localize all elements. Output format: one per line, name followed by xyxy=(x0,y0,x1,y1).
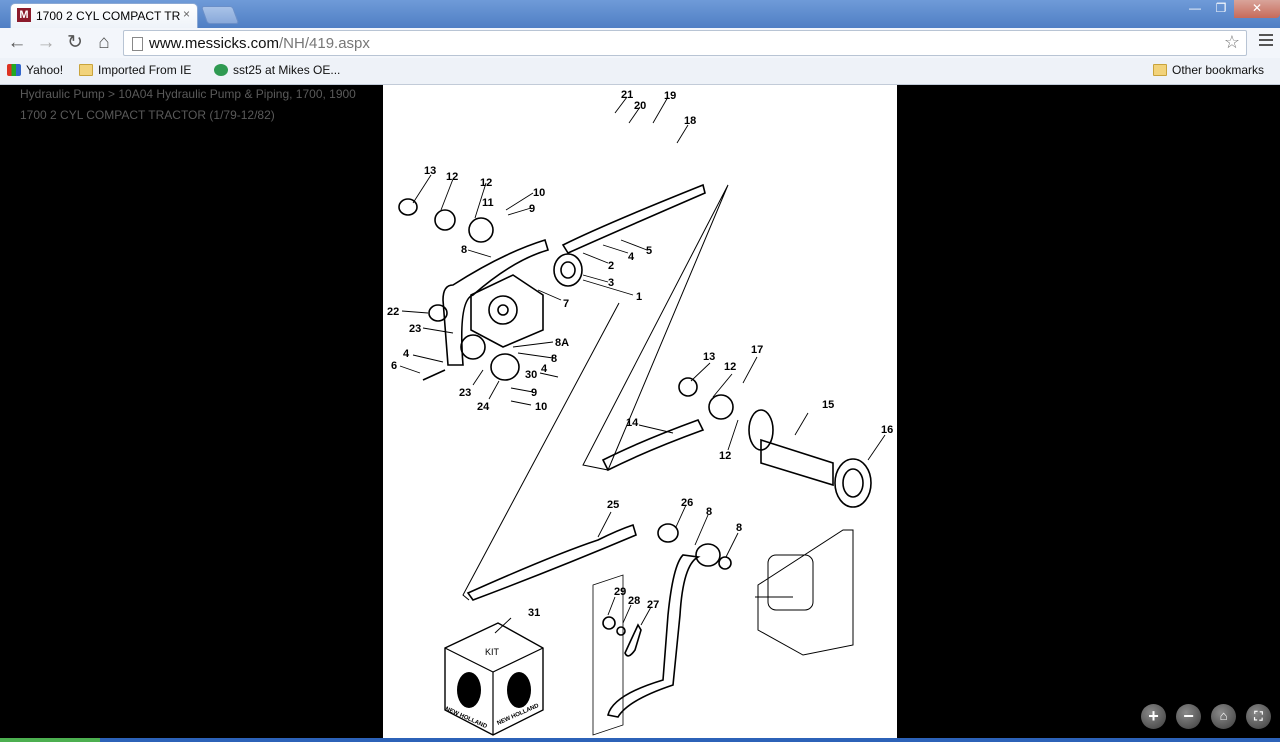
folder-icon xyxy=(1153,64,1167,76)
svg-text:23: 23 xyxy=(409,323,421,335)
svg-text:2: 2 xyxy=(608,260,614,272)
svg-text:13: 13 xyxy=(703,351,715,363)
svg-text:1: 1 xyxy=(636,291,642,303)
svg-text:28: 28 xyxy=(628,595,640,607)
restore-button[interactable]: ❐ xyxy=(1208,0,1234,18)
svg-text:21: 21 xyxy=(621,89,633,101)
svg-text:20: 20 xyxy=(634,100,646,112)
bookmark-label: Other bookmarks xyxy=(1172,63,1265,77)
svg-text:8A: 8A xyxy=(555,337,569,349)
svg-text:9: 9 xyxy=(531,387,537,399)
svg-text:29: 29 xyxy=(614,586,626,598)
bookmark-imported-from-ie[interactable]: Imported From IE xyxy=(79,63,191,77)
svg-text:12: 12 xyxy=(724,361,736,373)
reload-icon[interactable]: ↻ xyxy=(63,32,87,54)
svg-text:12: 12 xyxy=(446,171,458,183)
globe-icon xyxy=(214,64,228,76)
svg-text:8: 8 xyxy=(461,244,467,256)
tab-title: 1700 2 CYL COMPACT TR xyxy=(36,9,181,23)
svg-text:19: 19 xyxy=(664,90,676,102)
tab-close-icon[interactable]: × xyxy=(183,7,190,21)
url-path: /NH/419.aspx xyxy=(279,35,370,52)
svg-text:12: 12 xyxy=(719,450,731,462)
svg-text:8: 8 xyxy=(551,353,557,365)
bookmark-yahoo[interactable]: Yahoo! xyxy=(7,63,63,77)
svg-text:7: 7 xyxy=(563,298,569,310)
svg-text:14: 14 xyxy=(626,417,639,429)
svg-text:3: 3 xyxy=(608,277,614,289)
new-holland-logo-left: NEW HOLLAND xyxy=(444,706,488,730)
svg-text:12: 12 xyxy=(480,177,492,189)
page-icon xyxy=(132,37,143,51)
parts-diagram[interactable]: 21 20 19 18 13 12 12 11 10 9 8 5 4 2 3 1… xyxy=(383,85,897,738)
bookmark-sst25[interactable]: sst25 at Mikes OE... xyxy=(214,63,340,77)
home-view-icon[interactable]: ⌂ xyxy=(1211,704,1236,729)
svg-text:31: 31 xyxy=(528,607,540,619)
svg-text:8: 8 xyxy=(706,506,712,518)
wrench-menu-icon[interactable] xyxy=(1259,34,1273,49)
back-icon[interactable]: ← xyxy=(5,32,29,54)
bookmark-star-icon[interactable]: ☆ xyxy=(1224,32,1240,53)
svg-text:16: 16 xyxy=(881,424,893,436)
svg-text:9: 9 xyxy=(529,203,535,215)
taskbar-strip xyxy=(0,738,1280,742)
svg-text:18: 18 xyxy=(684,115,696,127)
title-bar: M 1700 2 CYL COMPACT TR × — ❐ ✕ xyxy=(0,0,1280,28)
svg-text:30: 30 xyxy=(525,369,537,381)
svg-text:25: 25 xyxy=(607,499,619,511)
page-content: Hydraulic Pump > 10A04 Hydraulic Pump & … xyxy=(0,85,1280,738)
fullscreen-icon[interactable]: ⛶ xyxy=(1246,704,1271,729)
svg-text:23: 23 xyxy=(459,387,471,399)
svg-text:5: 5 xyxy=(646,245,652,257)
model-subtitle: 1700 2 CYL COMPACT TRACTOR (1/79-12/82) xyxy=(20,108,275,122)
svg-text:27: 27 xyxy=(647,599,659,611)
yahoo-icon xyxy=(7,64,21,76)
bookmarks-bar: Yahoo! Imported From IE sst25 at Mikes O… xyxy=(0,58,1280,85)
forward-icon[interactable]: → xyxy=(34,32,58,54)
messicks-favicon-icon: M xyxy=(17,8,31,22)
url-text: www.messicks.com/NH/419.aspx xyxy=(149,35,370,52)
bookmark-label: Imported From IE xyxy=(98,63,192,77)
svg-text:4: 4 xyxy=(403,348,410,360)
svg-text:10: 10 xyxy=(533,187,545,199)
bookmark-label: Yahoo! xyxy=(26,63,64,77)
svg-text:17: 17 xyxy=(751,344,763,356)
svg-text:24: 24 xyxy=(477,401,490,413)
address-bar[interactable]: www.messicks.com/NH/419.aspx ☆ xyxy=(123,30,1247,56)
bookmark-label: sst25 at Mikes OE... xyxy=(233,63,341,77)
svg-text:22: 22 xyxy=(387,306,399,318)
url-domain: www.messicks.com xyxy=(149,35,280,52)
svg-text:11: 11 xyxy=(482,197,494,209)
new-tab-button[interactable] xyxy=(200,6,240,24)
kit-label: KIT xyxy=(485,647,500,657)
svg-text:4: 4 xyxy=(628,251,635,263)
svg-text:4: 4 xyxy=(541,363,548,375)
zoom-in-icon[interactable]: + xyxy=(1141,704,1166,729)
taskbar-start[interactable] xyxy=(0,738,100,742)
svg-text:13: 13 xyxy=(424,165,436,177)
parts-diagram-svg: 21 20 19 18 13 12 12 11 10 9 8 5 4 2 3 1… xyxy=(387,89,893,736)
browser-tab[interactable]: M 1700 2 CYL COMPACT TR × xyxy=(10,3,198,28)
breadcrumb[interactable]: Hydraulic Pump > 10A04 Hydraulic Pump & … xyxy=(20,87,356,101)
navigation-toolbar: ← → ↻ ⌂ www.messicks.com/NH/419.aspx ☆ xyxy=(0,28,1280,58)
svg-text:10: 10 xyxy=(535,401,547,413)
folder-icon xyxy=(79,64,93,76)
svg-text:8: 8 xyxy=(736,522,742,534)
svg-text:15: 15 xyxy=(822,399,834,411)
svg-text:6: 6 xyxy=(391,360,397,372)
zoom-out-icon[interactable]: − xyxy=(1176,704,1201,729)
other-bookmarks[interactable]: Other bookmarks xyxy=(1153,63,1264,77)
minimize-button[interactable]: — xyxy=(1182,0,1208,18)
svg-text:26: 26 xyxy=(681,497,693,509)
home-icon[interactable]: ⌂ xyxy=(92,32,116,54)
close-window-button[interactable]: ✕ xyxy=(1234,0,1280,18)
